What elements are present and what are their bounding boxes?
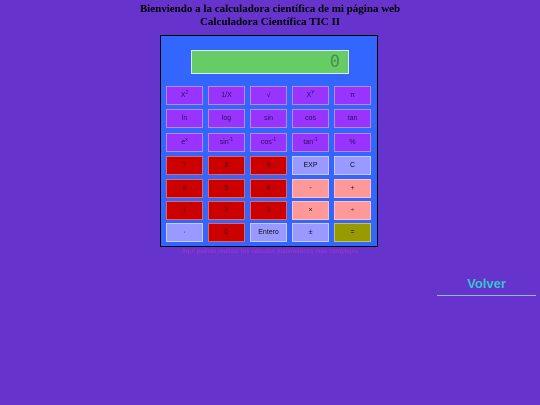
key-label: C	[349, 162, 356, 169]
key-label: EXP	[303, 162, 318, 169]
key-label: tan	[347, 115, 358, 122]
key-1-5-button[interactable]: π	[334, 86, 371, 105]
key-6-2-button[interactable]: 2	[208, 201, 245, 220]
calculator-display: 0	[191, 50, 349, 74]
key-4-3-button[interactable]: 9	[250, 156, 287, 175]
key-2-5-button[interactable]: tan	[334, 109, 371, 128]
key-2-3-button[interactable]: sin	[250, 109, 287, 128]
key-label: 6	[266, 185, 271, 192]
key-label: √	[266, 92, 271, 99]
key-1-4-button[interactable]: XY	[292, 86, 329, 105]
key-label: log	[221, 115, 232, 122]
key-1-1-button[interactable]: X2	[166, 86, 203, 105]
key-4-2-button[interactable]: 8	[208, 156, 245, 175]
key-3-1-button[interactable]: ex	[166, 133, 203, 152]
description-text: Aquí podrás realizar los cálculos matemá…	[181, 249, 359, 255]
key-superscript: 2	[185, 90, 189, 96]
key-label: 0	[224, 229, 229, 236]
key-2-1-button[interactable]: ln	[166, 109, 203, 128]
key-label: π	[350, 92, 355, 99]
key-7-2-button[interactable]: 0	[208, 223, 245, 242]
key-6-5-button[interactable]: ÷	[334, 201, 371, 220]
key-label: 3	[266, 207, 271, 214]
key-label: ln	[181, 115, 188, 122]
key-3-5-button[interactable]: %	[334, 133, 371, 152]
key-7-5-button[interactable]: =	[334, 223, 371, 242]
calculator: 0 X2 1/X √ XY π ln log sin cos tan ex sin-1 cos-1 tan…	[160, 35, 378, 247]
key-label: 1/X	[221, 92, 232, 99]
key-label: 5	[224, 185, 229, 192]
key-label: sin	[264, 115, 273, 122]
key-3-4-button[interactable]: tan-1	[292, 133, 329, 152]
key-label: ·	[183, 229, 186, 236]
key-2-4-button[interactable]: cos	[292, 109, 329, 128]
key-label: sin	[219, 139, 229, 146]
key-5-1-button[interactable]: 4	[166, 179, 203, 198]
key-label: %	[349, 139, 356, 146]
key-label: cos	[305, 115, 316, 122]
key-label: ±	[308, 229, 313, 236]
key-label: ×	[308, 207, 313, 214]
key-superscript: -1	[271, 137, 277, 143]
key-label: =	[350, 229, 355, 236]
key-label: 8	[224, 162, 229, 169]
key-5-2-button[interactable]: 5	[208, 179, 245, 198]
calculator-title: Calculadora Científica TIC II	[199, 16, 341, 28]
key-label: 9	[266, 162, 271, 169]
back-link[interactable]: Volver	[437, 276, 536, 291]
key-1-3-button[interactable]: √	[250, 86, 287, 105]
key-label: ÷	[350, 207, 355, 214]
key-superscript: Y	[311, 90, 315, 96]
key-6-3-button[interactable]: 3	[250, 201, 287, 220]
key-label: tan	[303, 139, 314, 146]
key-label: 2	[224, 207, 229, 214]
key-4-1-button[interactable]: 7	[166, 156, 203, 175]
key-6-1-button[interactable]: 1	[166, 201, 203, 220]
key-3-3-button[interactable]: cos-1	[250, 133, 287, 152]
key-label: 1	[182, 207, 187, 214]
key-label: 4	[182, 185, 187, 192]
key-7-3-button[interactable]: Entero	[250, 223, 287, 242]
key-7-1-button[interactable]: ·	[166, 223, 203, 242]
key-1-2-button[interactable]: 1/X	[208, 86, 245, 105]
key-label: cos	[260, 139, 272, 146]
page-heading: Bienviendo a la calculadora científica d…	[139, 3, 401, 15]
key-3-2-button[interactable]: sin-1	[208, 133, 245, 152]
key-5-3-button[interactable]: 6	[250, 179, 287, 198]
key-2-2-button[interactable]: log	[208, 109, 245, 128]
key-label: Entero	[258, 229, 279, 236]
key-4-5-button[interactable]: C	[334, 156, 371, 175]
key-label: 7	[182, 162, 187, 169]
key-4-4-button[interactable]: EXP	[292, 156, 329, 175]
key-5-5-button[interactable]: +	[334, 179, 371, 198]
key-superscript: x	[185, 137, 188, 143]
back-link-underline	[437, 295, 536, 296]
key-7-4-button[interactable]: ±	[292, 223, 329, 242]
key-superscript: -1	[313, 137, 318, 143]
key-label: +	[350, 185, 355, 192]
key-6-4-button[interactable]: ×	[292, 201, 329, 220]
key-label: -	[309, 185, 312, 192]
key-superscript: -1	[228, 137, 234, 143]
key-5-4-button[interactable]: -	[292, 179, 329, 198]
